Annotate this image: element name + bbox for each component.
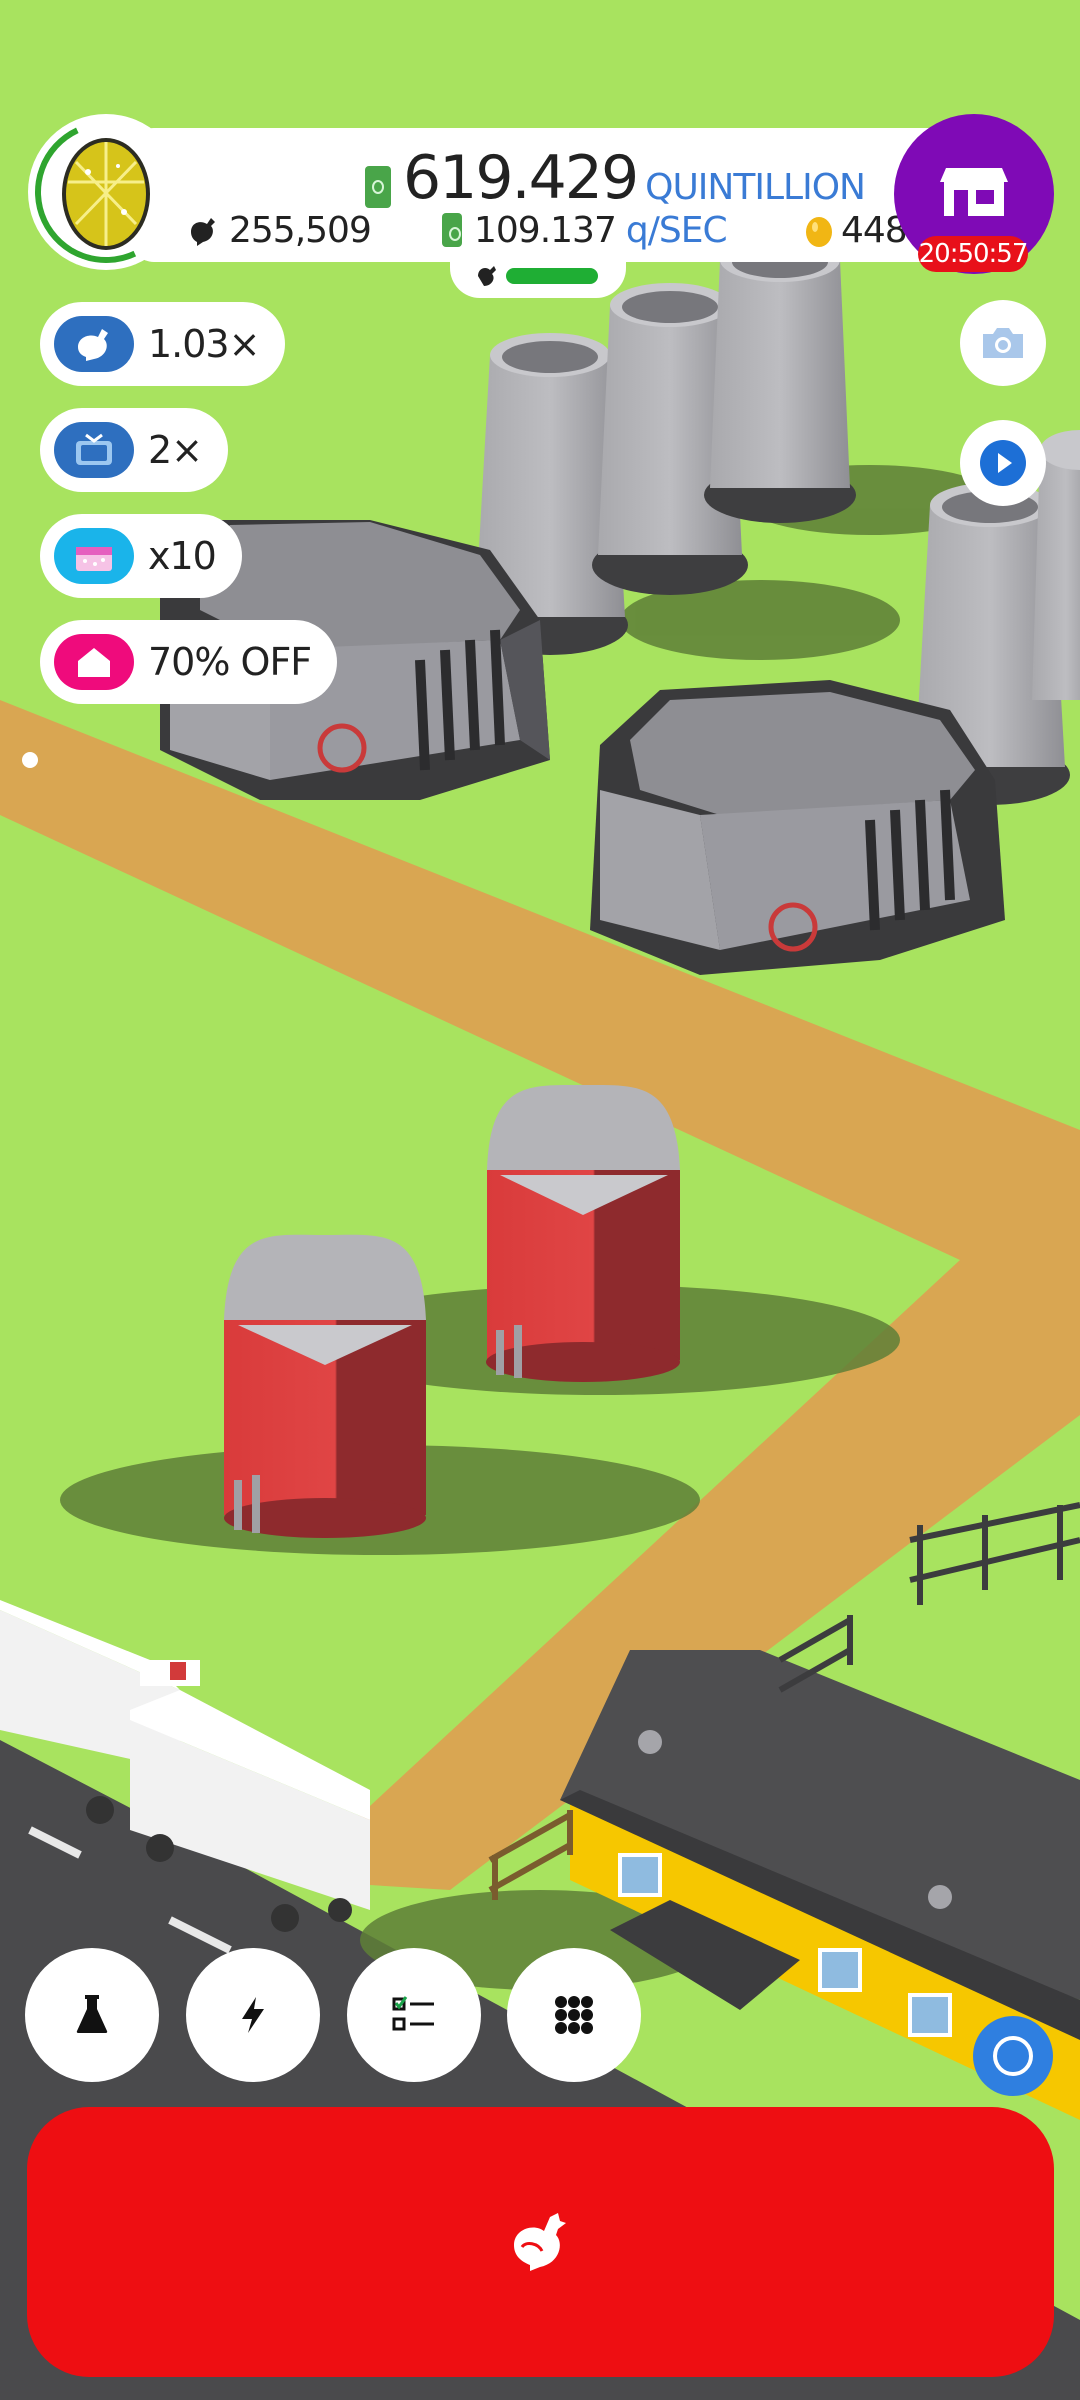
- income-rate-display: 109.137 q/SEC: [442, 208, 728, 252]
- flask-icon: [76, 1995, 108, 2033]
- ad-income-boost[interactable]: 2×: [40, 408, 229, 492]
- chicken-count: 255,509: [229, 209, 372, 251]
- hatch-progress-fill: [506, 268, 598, 284]
- menu-button[interactable]: [507, 1948, 641, 2082]
- golden-egg-icon: [806, 217, 832, 247]
- shop-icon: [940, 168, 1008, 216]
- gift-box-icon: [76, 547, 112, 571]
- boost-label: 1.03×: [148, 322, 260, 366]
- income-rate-unit: q/SEC: [625, 209, 728, 251]
- missions-button[interactable]: [347, 1948, 481, 2082]
- research-button[interactable]: [25, 1948, 159, 2082]
- video-ad-button[interactable]: [960, 420, 1046, 506]
- lightning-icon: [242, 1997, 264, 2033]
- camera-icon: [983, 328, 1023, 358]
- grid-icon: [555, 1996, 593, 2034]
- income-rate-value: 109.137: [474, 209, 617, 251]
- currency-bar: 619.429 QUINTILLION 255,509 109.137 q/SE…: [130, 128, 960, 262]
- boost-icon-bg: [54, 422, 134, 478]
- red-silo-2: [224, 1234, 426, 1538]
- sync-button[interactable]: [973, 2016, 1053, 2096]
- ring-icon: [993, 2036, 1033, 2076]
- boost-label: x10: [148, 534, 217, 578]
- wandering-chicken: [22, 752, 38, 768]
- house-icon: [78, 648, 110, 677]
- hatch-progress-bar: [450, 258, 626, 298]
- boost-icon-bg: [54, 528, 134, 584]
- hatchery-building-2: [590, 680, 1005, 975]
- cash-icon: [442, 213, 462, 247]
- boost-button[interactable]: [186, 1948, 320, 2082]
- chick-icon: [478, 266, 496, 286]
- discount-boost[interactable]: 70% OFF: [40, 620, 338, 704]
- checklist-icon: [392, 1996, 434, 2031]
- tv-icon: [76, 433, 112, 465]
- hatch-chickens-button[interactable]: [27, 2107, 1054, 2377]
- golden-egg-display: 448: [805, 208, 908, 252]
- boost-icon-bg: [54, 634, 134, 690]
- cash-icon: [365, 166, 391, 208]
- money-value: 619.429: [403, 143, 639, 213]
- boost-label: 70% OFF: [148, 640, 312, 684]
- play-icon: [980, 440, 1026, 486]
- egg-upgrade-button[interactable]: [14, 100, 198, 284]
- money-unit: QUINTILLION: [645, 167, 866, 208]
- red-silo-1: [486, 1084, 680, 1382]
- gift-multiplier-boost[interactable]: x10: [40, 514, 242, 598]
- egg-icon: [62, 138, 150, 250]
- chicken-icon: [78, 329, 108, 361]
- shop-timer: 20:50:57: [918, 236, 1028, 272]
- chicken-icon: [191, 218, 215, 246]
- chicken-count-display: 255,509: [185, 208, 372, 252]
- boost-icon-bg: [54, 316, 134, 372]
- boost-label: 2×: [148, 428, 203, 472]
- chicken-multiplier-boost[interactable]: 1.03×: [40, 302, 286, 386]
- chicken-icon: [513, 2213, 566, 2271]
- camera-button[interactable]: [960, 300, 1046, 386]
- money-display: 619.429 QUINTILLION: [365, 138, 866, 213]
